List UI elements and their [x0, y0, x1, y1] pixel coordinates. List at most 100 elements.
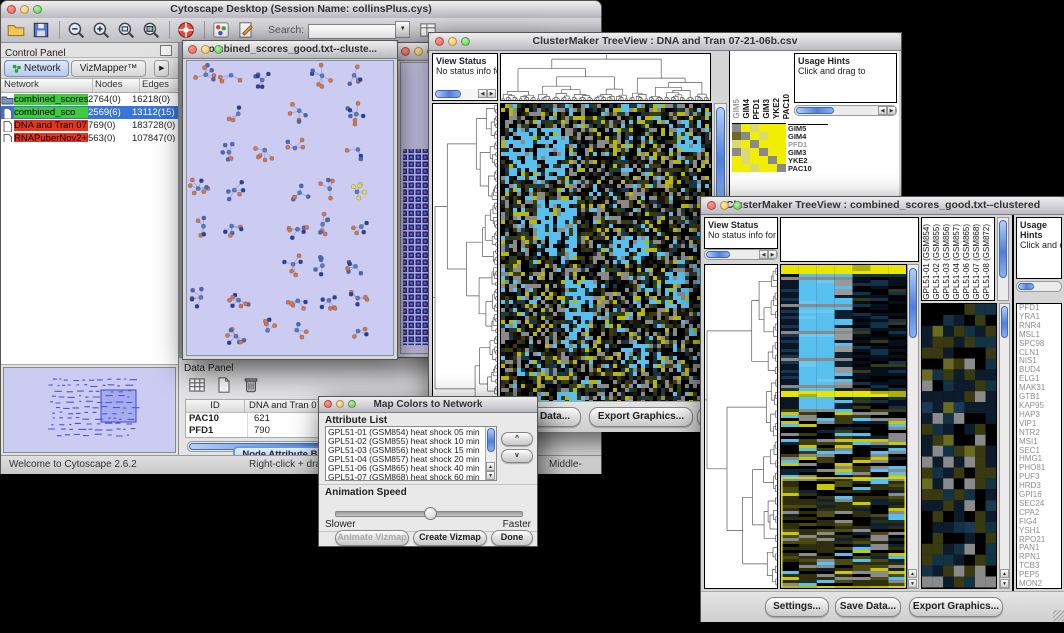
dialog-title-bar[interactable]: Map Colors to Network — [319, 397, 537, 413]
close-icon[interactable] — [188, 45, 197, 54]
status-right: Middle- — [549, 459, 582, 470]
tv2-usage-hints: Usage Hints Click and drag to — [1016, 217, 1062, 279]
tab-overflow-arrow[interactable]: ▶ — [154, 60, 169, 77]
treeview2-title: ClusterMaker TreeView : combined_scores_… — [726, 199, 1040, 211]
slider-thumb[interactable] — [424, 507, 437, 520]
close-icon[interactable] — [707, 201, 716, 210]
tab-vizmapper[interactable]: VizMapper™ — [71, 60, 147, 77]
tv2-status-hscroll[interactable]: ◀▶ — [704, 249, 778, 260]
network-canvas[interactable] — [186, 60, 394, 356]
main-title-bar[interactable]: Cytoscape Desktop (Session Name: collins… — [1, 1, 601, 19]
tv1-hints-hscroll[interactable]: ◀▶ — [794, 105, 897, 116]
tv1-col-label[interactable]: GIM5 — [732, 99, 742, 119]
tv2-row-dendrogram[interactable] — [704, 264, 778, 589]
tv1-row-label[interactable]: PAC10 — [788, 165, 828, 173]
tv2-col-label[interactable]: GPL51-08 (GSM872) — [982, 224, 992, 300]
tv2-col-label[interactable]: GPL51-03 (GSM856) — [942, 224, 952, 300]
help-icon[interactable] — [176, 20, 198, 41]
minimize-icon[interactable] — [336, 400, 344, 408]
tv2-col-label[interactable]: GPL51-02 (GSM855) — [932, 224, 942, 300]
zoom-out-icon[interactable] — [66, 20, 88, 41]
zoom-window-icon[interactable] — [461, 37, 470, 46]
treeview1-title-bar[interactable]: ClusterMaker TreeView : DNA and Tran 07-… — [429, 33, 901, 51]
attribute-list-vscroll[interactable]: ▲▼ — [485, 427, 496, 480]
toolbar-separator — [59, 21, 60, 39]
tv2-col-labels-vscroll[interactable] — [997, 217, 1009, 301]
attribute-grid-icon[interactable] — [187, 375, 209, 396]
move-down-button[interactable]: v — [501, 449, 533, 463]
save-icon[interactable] — [31, 20, 53, 41]
tv2-zoom-vscroll[interactable]: ▲▼ — [999, 303, 1010, 589]
minimize-icon[interactable] — [448, 37, 457, 46]
tv2-col-label[interactable]: GPL51-06 (GSM865) — [962, 224, 972, 300]
search-dropdown-icon[interactable]: ▼ — [395, 21, 410, 38]
export-graphics-button[interactable]: Export Graphics... — [909, 597, 1003, 617]
search-input[interactable] — [308, 24, 396, 39]
tv2-zoom-col-labels: GPL51-01 (GSM854)GPL51-02 (GSM855)GPL51-… — [921, 217, 995, 301]
col-header-id[interactable]: ID — [186, 400, 245, 412]
export-graphics-button[interactable]: Export Graphics... — [589, 407, 693, 427]
tv1-usage-hints: Usage Hints Click and drag to — [794, 53, 897, 103]
animate-vizmap-button[interactable]: Animate Vizmap — [335, 530, 409, 546]
attribute-list-label: Attribute List — [325, 415, 387, 426]
tv2-col-label[interactable]: GPL51-01 (GSM854) — [922, 224, 932, 300]
open-file-icon[interactable] — [6, 20, 28, 41]
tv1-zoom-col-labels: GIM5GIM4PFD1GIM3YKE2PAC10 — [732, 53, 792, 119]
zoom-window-icon[interactable] — [214, 45, 223, 54]
tv2-col-label[interactable]: GPL51-04 (GSM857) — [952, 224, 962, 300]
gene-label[interactable]: MON2 — [1017, 580, 1061, 589]
tv1-col-label[interactable]: YKE2 — [772, 98, 782, 119]
done-button[interactable]: Done — [491, 530, 533, 546]
zoom-in-icon[interactable] — [91, 20, 113, 41]
treeview2-title-bar[interactable]: ClusterMaker TreeView : combined_scores_… — [701, 197, 1064, 215]
animation-speed-slider[interactable] — [335, 511, 523, 517]
settings-button[interactable]: Settings... — [765, 597, 829, 617]
tv1-zoom-heatmap[interactable] — [732, 123, 786, 172]
network-title-bar[interactable]: combined_scores_good.txt--cluste... — [183, 41, 397, 59]
network-list-row[interactable]: combined_sco 2569(6) 13112(15) — [1, 106, 178, 119]
close-icon[interactable] — [435, 37, 444, 46]
zoom-fit-icon[interactable] — [141, 20, 163, 41]
control-panel-title: Control Panel — [1, 48, 66, 59]
tv2-col-label[interactable]: GPL51-07 (GSM868) — [972, 224, 982, 300]
tv1-col-label[interactable]: GIM3 — [762, 99, 772, 119]
network-list-empty-area — [1, 142, 178, 365]
zoom-window-icon[interactable] — [33, 5, 42, 14]
minimize-icon[interactable] — [20, 5, 29, 14]
network-list-row[interactable]: combined_scores 2764(0) 16218(0) — [1, 93, 178, 106]
close-icon[interactable] — [324, 400, 332, 408]
new-doc-icon[interactable] — [214, 375, 236, 396]
zoom-window-icon[interactable] — [733, 201, 742, 210]
annotation-icon[interactable] — [236, 20, 258, 41]
minimize-icon[interactable] — [414, 47, 423, 56]
close-icon[interactable] — [401, 47, 410, 56]
tv2-zoom-heatmap[interactable] — [921, 303, 997, 589]
network-list: combined_scores 2764(0) 16218(0) combine… — [1, 93, 178, 145]
tv1-column-dendrogram[interactable] — [500, 53, 711, 101]
tv1-col-label[interactable]: PAC10 — [782, 94, 792, 119]
attribute-item[interactable]: GPL51-07 (GSM868) heat shock 60 min — [326, 473, 484, 481]
vizmapper-icon[interactable] — [211, 20, 233, 41]
network-list-row[interactable]: DNA and Tran 07 769(0) 183728(0) — [1, 119, 178, 132]
tv1-row-dendrogram[interactable] — [432, 103, 498, 429]
tv1-global-heatmap[interactable] — [500, 103, 712, 429]
tv2-global-heatmap[interactable] — [780, 264, 907, 589]
zoom-window-icon[interactable] — [348, 400, 356, 408]
minimize-icon[interactable] — [201, 45, 210, 54]
tv2-hints-hscroll[interactable] — [1016, 281, 1062, 292]
float-panel-icon[interactable] — [160, 45, 172, 56]
tv1-col-label[interactable]: PFD1 — [752, 99, 762, 119]
tv1-col-label[interactable]: GIM4 — [742, 99, 752, 119]
tab-network[interactable]: Network — [4, 60, 69, 77]
tv1-status-hscroll[interactable]: ◀▶ — [434, 89, 496, 99]
resize-grip[interactable] — [1053, 610, 1064, 621]
move-up-button[interactable]: ^ — [501, 432, 533, 446]
network-overview[interactable] — [3, 367, 176, 453]
create-vizmap-button[interactable]: Create Vizmap — [413, 530, 487, 546]
minimize-icon[interactable] — [720, 201, 729, 210]
zoom-selected-icon[interactable] — [116, 20, 138, 41]
trash-icon[interactable] — [241, 375, 263, 396]
tv2-vscroll[interactable]: ▲▼ — [907, 264, 919, 589]
close-icon[interactable] — [7, 5, 16, 14]
save-data-button[interactable]: Save Data... — [835, 597, 901, 617]
